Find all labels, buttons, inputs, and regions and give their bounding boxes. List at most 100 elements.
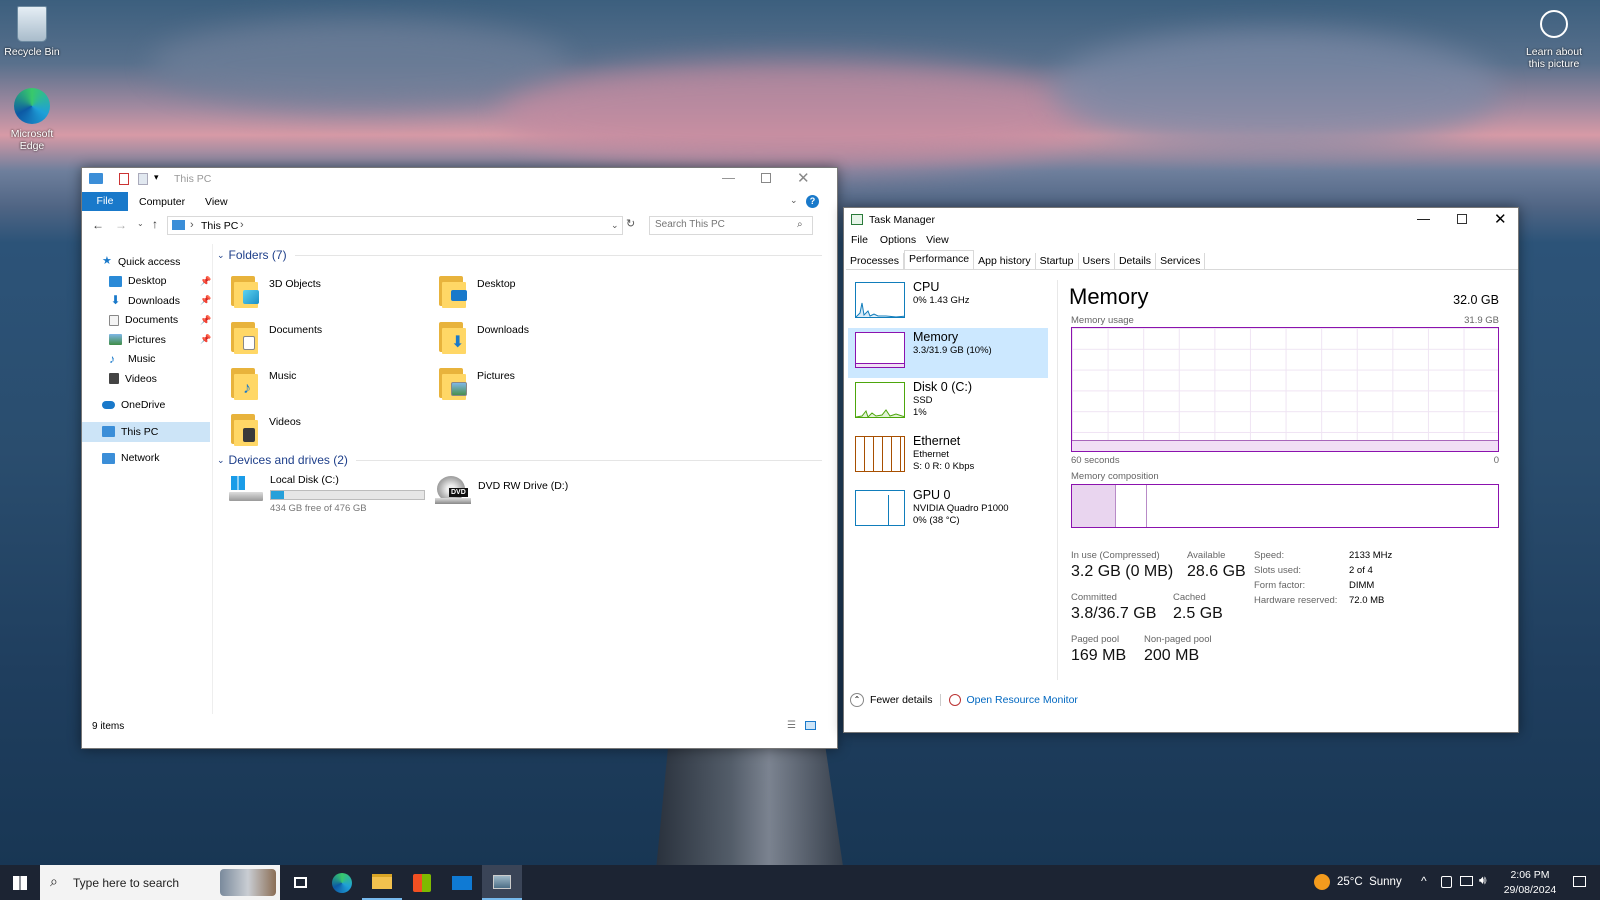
desktop-folder-icon: [439, 274, 469, 308]
meet-now-icon[interactable]: [1441, 876, 1452, 888]
help-icon[interactable]: ?: [806, 195, 819, 208]
taskmgr-title-bar: Task Manager — ✕: [844, 208, 1518, 232]
ribbon-tab-computer[interactable]: Computer: [139, 196, 185, 208]
taskbar-task-manager[interactable]: [482, 865, 522, 900]
address-dropdown-icon[interactable]: ⌄: [611, 220, 619, 231]
nav-pictures[interactable]: Pictures 📌: [82, 330, 212, 350]
fewer-details-link[interactable]: Fewer details: [870, 694, 932, 706]
learn-about-picture-shortcut[interactable]: Learn about this picture: [1518, 10, 1590, 70]
recent-locations-icon[interactable]: ⌄: [137, 219, 144, 228]
nav-documents[interactable]: Documents 📌: [82, 311, 212, 331]
new-folder-icon[interactable]: [138, 173, 148, 185]
search-input[interactable]: [655, 219, 795, 230]
ribbon-tab-view[interactable]: View: [205, 196, 228, 208]
nav-this-pc[interactable]: This PC: [82, 422, 210, 442]
tab-services[interactable]: Services: [1156, 253, 1206, 269]
start-button[interactable]: [0, 865, 40, 900]
drive-local-disk-c[interactable]: Local Disk (C:) 434 GB free of 476 GB: [227, 472, 427, 514]
expand-ribbon-icon[interactable]: ⌄: [790, 195, 798, 206]
details-view-icon[interactable]: ☰: [787, 720, 796, 731]
clock-date[interactable]: 29/08/2024: [1500, 884, 1560, 896]
task-view-button[interactable]: [280, 865, 320, 900]
weather-text[interactable]: 25°C Sunny: [1337, 876, 1402, 888]
folder-downloads[interactable]: ⬇ Downloads: [439, 320, 529, 354]
address-bar[interactable]: › This PC › ⌄: [167, 216, 623, 235]
folder-3d-objects[interactable]: 3D Objects: [231, 274, 321, 308]
perf-item-ethernet[interactable]: Ethernet Ethernet S: 0 R: 0 Kbps: [848, 432, 1048, 482]
edge-shortcut[interactable]: Microsoft Edge: [0, 88, 64, 152]
maximize-button[interactable]: [1457, 214, 1467, 224]
forward-icon[interactable]: →: [115, 218, 127, 232]
minimize-button[interactable]: —: [722, 170, 735, 185]
learn-label-line2: this picture: [1528, 58, 1580, 70]
chevron-up-icon[interactable]: ⌃: [850, 693, 864, 707]
taskbar-file-explorer[interactable]: [362, 865, 402, 900]
nav-videos[interactable]: Videos: [82, 369, 212, 389]
folder-documents[interactable]: Documents: [231, 320, 322, 354]
explorer-title-bar: ▾ This PC — ✕: [82, 168, 837, 191]
taskbar-edge[interactable]: [322, 865, 362, 900]
maximize-button[interactable]: [761, 173, 771, 183]
tab-startup[interactable]: Startup: [1036, 253, 1079, 269]
clock-time[interactable]: 2:06 PM: [1505, 869, 1555, 881]
drives-group-header[interactable]: ⌄ Devices and drives (2): [217, 453, 822, 467]
tab-app-history[interactable]: App history: [974, 253, 1036, 269]
menu-view[interactable]: View: [926, 234, 949, 246]
properties-icon[interactable]: [119, 173, 129, 185]
tab-details[interactable]: Details: [1115, 253, 1157, 269]
customize-quick-access-icon[interactable]: ▾: [154, 172, 159, 183]
refresh-icon[interactable]: ↻: [626, 217, 635, 230]
drive-dvd-d[interactable]: DVD DVD RW Drive (D:): [435, 472, 635, 512]
menu-file[interactable]: File: [851, 234, 868, 246]
open-resource-monitor-link[interactable]: Open Resource Monitor: [966, 694, 1077, 706]
ethernet-adapter: Ethernet: [913, 449, 949, 460]
form-factor-label: Form factor:: [1254, 580, 1306, 591]
notifications-icon[interactable]: [1573, 876, 1586, 887]
nav-onedrive[interactable]: OneDrive: [82, 396, 212, 416]
paged-pool-value: 169 MB: [1071, 647, 1127, 664]
pictures-folder-icon: [439, 366, 469, 400]
tab-performance[interactable]: Performance: [904, 250, 975, 269]
perf-item-memory[interactable]: Memory 3.3/31.9 GB (10%): [848, 328, 1048, 378]
taskbar-mail[interactable]: [442, 865, 482, 900]
tab-users[interactable]: Users: [1079, 253, 1115, 269]
chevron-up-icon[interactable]: ^: [1421, 874, 1427, 888]
nav-network[interactable]: Network: [82, 449, 212, 469]
folder-videos[interactable]: Videos: [231, 412, 301, 446]
close-button[interactable]: ✕: [797, 169, 810, 187]
folder-pictures[interactable]: Pictures: [439, 366, 515, 400]
tab-processes[interactable]: Processes: [846, 253, 905, 269]
nav-music[interactable]: ♪ Music: [82, 350, 212, 370]
perf-item-disk[interactable]: Disk 0 (C:) SSD 1%: [848, 378, 1048, 428]
back-icon[interactable]: ←: [92, 218, 104, 232]
ribbon-tab-file[interactable]: File: [82, 192, 128, 211]
network-icon[interactable]: [1460, 876, 1473, 886]
large-icons-view-icon[interactable]: [805, 721, 816, 730]
video-icon: [109, 373, 119, 385]
perf-item-gpu[interactable]: GPU 0 NVIDIA Quadro P1000 0% (38 °C): [848, 486, 1048, 536]
nav-downloads[interactable]: ⬇ Downloads 📌: [82, 291, 212, 311]
perf-item-cpu[interactable]: CPU 0% 1.43 GHz: [848, 278, 1048, 328]
nav-quick-access[interactable]: ★ Quick access: [82, 252, 212, 272]
menu-options[interactable]: Options: [880, 234, 916, 246]
search-box[interactable]: ⌕: [649, 216, 813, 235]
folders-group-header[interactable]: ⌄ Folders (7): [217, 248, 822, 262]
recycle-bin-shortcut[interactable]: Recycle Bin: [0, 6, 64, 58]
folder-desktop[interactable]: Desktop: [439, 274, 516, 308]
recycle-bin-icon: [17, 6, 47, 42]
up-icon[interactable]: ↑: [152, 217, 158, 231]
learn-label-line1: Learn about: [1525, 46, 1583, 58]
taskbar-search-box[interactable]: ⌕ Type here to search: [40, 865, 280, 900]
gpu-usage: 0% (38 °C): [913, 515, 960, 526]
volume-icon[interactable]: 🔊︎: [1479, 873, 1487, 888]
minimize-button[interactable]: —: [1417, 211, 1430, 226]
search-icon: ⌕: [797, 219, 803, 230]
paged-pool-label: Paged pool: [1071, 634, 1120, 645]
nav-desktop[interactable]: Desktop 📌: [82, 272, 212, 292]
close-button[interactable]: ✕: [1494, 210, 1507, 228]
folder-music[interactable]: ♪ Music: [231, 366, 296, 400]
drive-c-label: Local Disk (C:): [270, 474, 339, 486]
disk-thumbnail: [855, 382, 905, 418]
edge-icon: [14, 88, 50, 124]
taskbar-store[interactable]: [402, 865, 442, 900]
